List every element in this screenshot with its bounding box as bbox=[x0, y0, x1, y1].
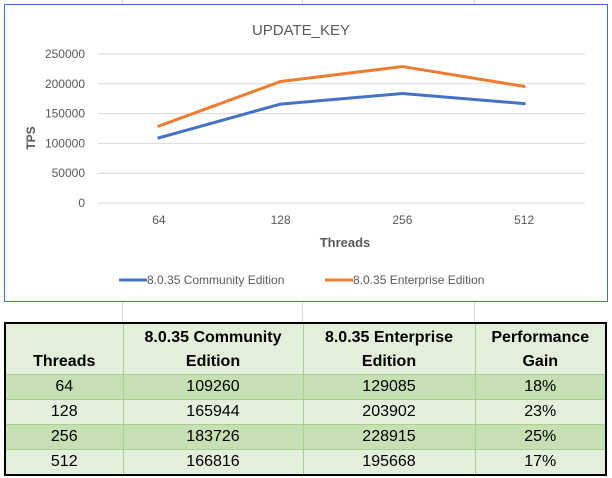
table-row: 256 183726 228915 25% bbox=[4, 424, 607, 450]
header-threads: Threads bbox=[4, 322, 124, 375]
y-tick-label: 0 bbox=[78, 196, 85, 210]
y-axis-label: TPS bbox=[24, 126, 38, 149]
legend: 8.0.35 Community Edition 8.0.35 Enterpris… bbox=[119, 273, 484, 287]
cell-enterprise[interactable]: 129085 bbox=[302, 374, 476, 400]
data-table: Threads 8.0.35 Community Edition 8.0.35 E… bbox=[4, 322, 607, 476]
data-point bbox=[279, 102, 283, 106]
cell-community[interactable]: 165944 bbox=[122, 399, 304, 425]
cell-community[interactable]: 183726 bbox=[122, 424, 304, 450]
cell-enterprise[interactable]: 228915 bbox=[302, 424, 476, 450]
cell-gain[interactable]: 25% bbox=[474, 424, 607, 450]
x-tick-label: 256 bbox=[392, 213, 412, 227]
cell-threads[interactable]: 64 bbox=[4, 374, 124, 400]
header-enterprise: 8.0.35 Enterprise Edition bbox=[302, 322, 476, 375]
cell-gain[interactable]: 17% bbox=[474, 449, 607, 476]
cell-community[interactable]: 109260 bbox=[122, 374, 304, 400]
data-point bbox=[522, 84, 526, 88]
x-tick-label: 128 bbox=[271, 213, 291, 227]
data-point bbox=[522, 102, 526, 106]
y-tick-label: 150000 bbox=[45, 107, 85, 121]
cell-threads[interactable]: 256 bbox=[4, 424, 124, 450]
legend-label: 8.0.35 Community Edition bbox=[147, 273, 284, 287]
cell-threads[interactable]: 512 bbox=[4, 449, 124, 476]
cell-gain[interactable]: 18% bbox=[474, 374, 607, 400]
data-point bbox=[157, 124, 161, 128]
cell-gain[interactable]: 23% bbox=[474, 399, 607, 425]
data-point bbox=[400, 65, 404, 69]
y-tick-label: 100000 bbox=[45, 136, 85, 150]
header-gain: Performance Gain bbox=[474, 322, 607, 375]
x-tick-label: 512 bbox=[514, 213, 534, 227]
chart-title: UPDATE_KEY bbox=[252, 22, 350, 39]
cell-enterprise[interactable]: 203902 bbox=[302, 399, 476, 425]
cell-community[interactable]: 166816 bbox=[122, 449, 304, 476]
y-tick-label: 50000 bbox=[52, 166, 86, 180]
data-point bbox=[157, 136, 161, 140]
line-chart: UPDATE_KEY 0 50000 100000 150000 200000 25000… bbox=[24, 22, 585, 287]
x-axis-label: Threads bbox=[320, 235, 371, 250]
y-tick-label: 250000 bbox=[45, 47, 85, 61]
header-community: 8.0.35 Community Edition bbox=[122, 322, 304, 375]
data-point bbox=[279, 79, 283, 83]
table-row: 128 165944 203902 23% bbox=[4, 399, 607, 425]
data-point bbox=[400, 91, 404, 95]
series-line-community bbox=[157, 91, 526, 140]
x-tick-label: 64 bbox=[152, 213, 166, 227]
cell-enterprise[interactable]: 195668 bbox=[302, 449, 476, 476]
chart-container[interactable]: UPDATE_KEY 0 50000 100000 150000 200000 25000… bbox=[4, 4, 608, 302]
table-row: 64 109260 129085 18% bbox=[4, 374, 607, 400]
cell-threads[interactable]: 128 bbox=[4, 399, 124, 425]
table-row: 512 166816 195668 17% bbox=[4, 449, 607, 476]
legend-label: 8.0.35 Enterprise Edition bbox=[353, 273, 484, 287]
series-line-enterprise bbox=[157, 65, 526, 128]
table-header-row: Threads 8.0.35 Community Edition 8.0.35 E… bbox=[4, 322, 607, 375]
y-tick-label: 200000 bbox=[45, 77, 85, 91]
